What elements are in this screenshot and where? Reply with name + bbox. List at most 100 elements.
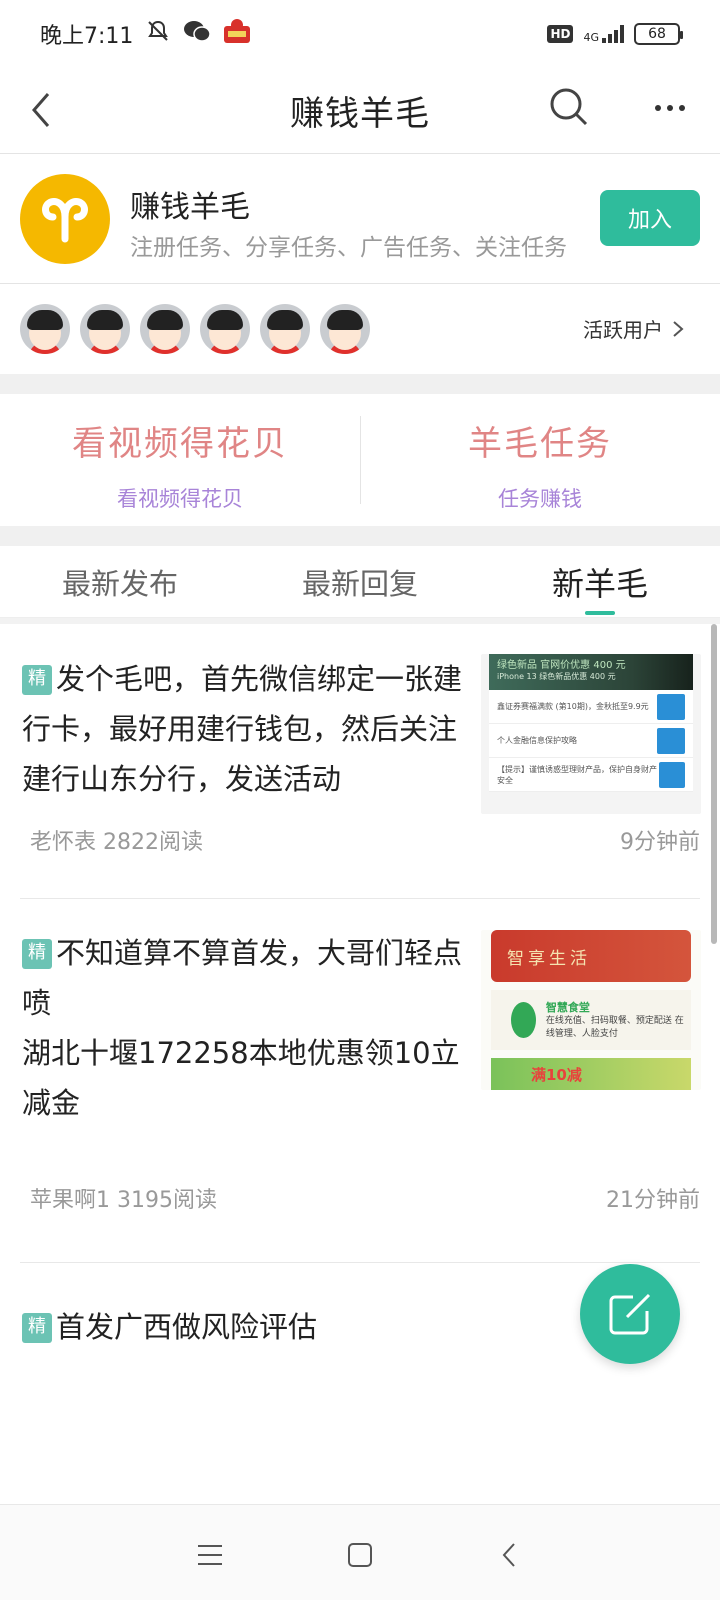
group-description: 注册任务、分享任务、广告任务、关注任务 xyxy=(130,235,567,261)
post-title-text: 发个毛吧，首先微信绑定一张建行卡，最好用建行钱包，然后关注建行山东分行，发送活动 xyxy=(22,662,463,796)
post-time: 21分钟前 xyxy=(606,1188,700,1213)
post-meta: 老怀表 2822阅读 xyxy=(30,824,203,856)
tab-new-wool[interactable]: 新羊毛 xyxy=(480,546,720,617)
hd-icon: HD xyxy=(547,25,574,43)
status-time: 晚上7:11 xyxy=(40,24,134,49)
section-divider xyxy=(0,526,720,546)
thumb-top-text: 智享生活 xyxy=(507,948,591,969)
chevron-left-icon xyxy=(32,93,50,127)
back-arrow-icon xyxy=(502,1543,515,1567)
thumb-row: 个人金融信息保护攻略 xyxy=(489,724,693,758)
post-separator xyxy=(20,898,700,899)
featured-badge: 精 xyxy=(22,939,52,969)
more-dots-icon xyxy=(655,105,661,111)
wechat-icon xyxy=(183,19,212,49)
feature-subtitle: 看视频得花贝 xyxy=(117,487,243,511)
feature-title: 看视频得花贝 xyxy=(72,424,288,464)
thumb-banner-sub: iPhone 13 绿色新品优惠 400 元 xyxy=(497,672,616,681)
group-name: 赚钱羊毛 xyxy=(130,190,250,225)
status-bar: 晚上7:11 HD 4G 68 xyxy=(0,0,720,68)
feature-title: 羊毛任务 xyxy=(468,424,612,464)
menu-button[interactable] xyxy=(180,1527,240,1583)
mute-icon xyxy=(145,18,171,50)
top-app-bar: 赚钱羊毛 xyxy=(0,68,720,154)
post-item[interactable]: 精不知道算不算首发，大哥们轻点喷 湖北十堰172258本地优惠领10立减金 智享… xyxy=(0,900,701,1266)
member-avatar[interactable] xyxy=(320,304,370,354)
chevron-right-icon xyxy=(673,320,684,337)
feature-wool-tasks[interactable]: 羊毛任务 任务赚钱 xyxy=(360,394,720,526)
thumb-banner: 绿色新品 官网价优惠 400 元 iPhone 13 绿色新品优惠 400 元 xyxy=(489,654,693,690)
thumb-mid-text: 在线充值、扫码取餐、预定配送 在线管理、人脸支付 xyxy=(545,1016,684,1039)
post-title: 精首发广西做风险评估 xyxy=(22,1302,462,1352)
member-avatar[interactable] xyxy=(260,304,310,354)
thumb-top-banner: 智享生活 xyxy=(491,930,691,982)
post-title-line1: 不知道算不算首发，大哥们轻点喷 xyxy=(22,936,463,1020)
active-members-row[interactable]: 活跃用户 xyxy=(0,284,720,374)
member-avatar-list xyxy=(20,304,370,354)
featured-badge: 精 xyxy=(22,1313,52,1343)
thumb-bottom-banner: 满10减 xyxy=(491,1058,691,1090)
post-title-text: 首发广西做风险评估 xyxy=(56,1310,318,1344)
join-button[interactable]: 加入 xyxy=(600,190,700,246)
more-options-button[interactable] xyxy=(640,78,700,138)
post-time: 9分钟前 xyxy=(620,830,700,855)
thumb-bottom-text: 满10减 xyxy=(531,1065,582,1084)
section-divider xyxy=(0,374,720,394)
post-title: 精不知道算不算首发，大哥们轻点喷 湖北十堰172258本地优惠领10立减金 xyxy=(22,928,462,1128)
feature-divider xyxy=(360,416,361,504)
post-item[interactable]: 精发个毛吧，首先微信绑定一张建行卡，最好用建行钱包，然后关注建行山东分行，发送活… xyxy=(0,624,701,900)
post-reads: 3195阅读 xyxy=(117,1188,217,1213)
post-author: 老怀表 xyxy=(30,830,97,855)
home-button[interactable] xyxy=(330,1527,390,1583)
battery-icon: 68 xyxy=(634,23,683,45)
thumb-row: 【提示】谨慎诱惑型理财产品，保护自身财产安全 xyxy=(489,758,693,792)
member-avatar[interactable] xyxy=(200,304,250,354)
system-back-button[interactable] xyxy=(480,1527,540,1583)
battery-level: 68 xyxy=(648,26,666,42)
post-reads: 2822阅读 xyxy=(103,830,204,855)
signal-icon: 4G xyxy=(583,25,624,43)
post-author: 苹果啊1 xyxy=(30,1188,110,1213)
tab-bar: 最新发布 最新回复 新羊毛 xyxy=(0,546,720,618)
tab-latest-replies[interactable]: 最新回复 xyxy=(240,546,480,617)
tab-latest-posts[interactable]: 最新发布 xyxy=(0,546,240,617)
member-avatar[interactable] xyxy=(80,304,130,354)
fork-knife-icon xyxy=(511,1002,536,1038)
system-nav-bar xyxy=(0,1504,720,1600)
menu-icon xyxy=(198,1545,222,1565)
post-title: 精发个毛吧，首先微信绑定一张建行卡，最好用建行钱包，然后关注建行山东分行，发送活… xyxy=(22,654,462,804)
feature-watch-video[interactable]: 看视频得花贝 看视频得花贝 xyxy=(0,394,360,526)
edit-icon xyxy=(609,1293,651,1335)
search-icon xyxy=(550,88,588,126)
aries-icon xyxy=(42,198,88,243)
feature-subtitle: 任务赚钱 xyxy=(498,487,582,511)
post-separator xyxy=(20,1262,700,1263)
search-button[interactable] xyxy=(540,78,600,138)
app-notification-icon xyxy=(223,18,251,50)
thumb-row-text: 鑫证券赛福满款 (第10期)，金秋抵至9.9元 xyxy=(497,702,649,711)
active-users-label: 活跃用户 xyxy=(583,318,663,342)
back-button[interactable] xyxy=(14,80,74,140)
network-type: 4G xyxy=(583,31,599,44)
thumb-mid-title: 智慧食堂 xyxy=(545,1001,590,1014)
member-avatar[interactable] xyxy=(140,304,190,354)
featured-badge: 精 xyxy=(22,665,52,695)
group-info-card: 赚钱羊毛 注册任务、分享任务、广告任务、关注任务 加入 xyxy=(0,154,720,284)
scrollbar[interactable] xyxy=(711,624,717,944)
compose-button[interactable] xyxy=(580,1264,680,1364)
thumb-banner-text: 绿色新品 官网价优惠 400 元 xyxy=(497,660,626,671)
thumb-row-text: 个人金融信息保护攻略 xyxy=(497,736,577,745)
member-avatar[interactable] xyxy=(20,304,70,354)
thumb-mid-banner: 智慧食堂 在线充值、扫码取餐、预定配送 在线管理、人脸支付 xyxy=(491,990,691,1050)
square-icon xyxy=(348,1543,372,1567)
group-avatar[interactable] xyxy=(20,174,110,264)
thumb-row-text: 【提示】谨慎诱惑型理财产品，保护自身财产安全 xyxy=(497,764,657,785)
page-title: 赚钱羊毛 xyxy=(290,94,430,134)
post-meta: 苹果啊1 3195阅读 xyxy=(30,1182,217,1214)
post-thumbnail: 智享生活 智慧食堂 在线充值、扫码取餐、预定配送 在线管理、人脸支付 满10减 xyxy=(481,930,701,1090)
active-users-link[interactable]: 活跃用户 xyxy=(583,314,685,343)
thumb-row: 鑫证券赛福满款 (第10期)，金秋抵至9.9元 xyxy=(489,690,693,724)
feature-row: 看视频得花贝 看视频得花贝 羊毛任务 任务赚钱 xyxy=(0,394,720,526)
post-thumbnail: 绿色新品 官网价优惠 400 元 iPhone 13 绿色新品优惠 400 元 … xyxy=(481,654,701,814)
post-title-line2: 湖北十堰172258本地优惠领10立减金 xyxy=(22,1036,460,1120)
